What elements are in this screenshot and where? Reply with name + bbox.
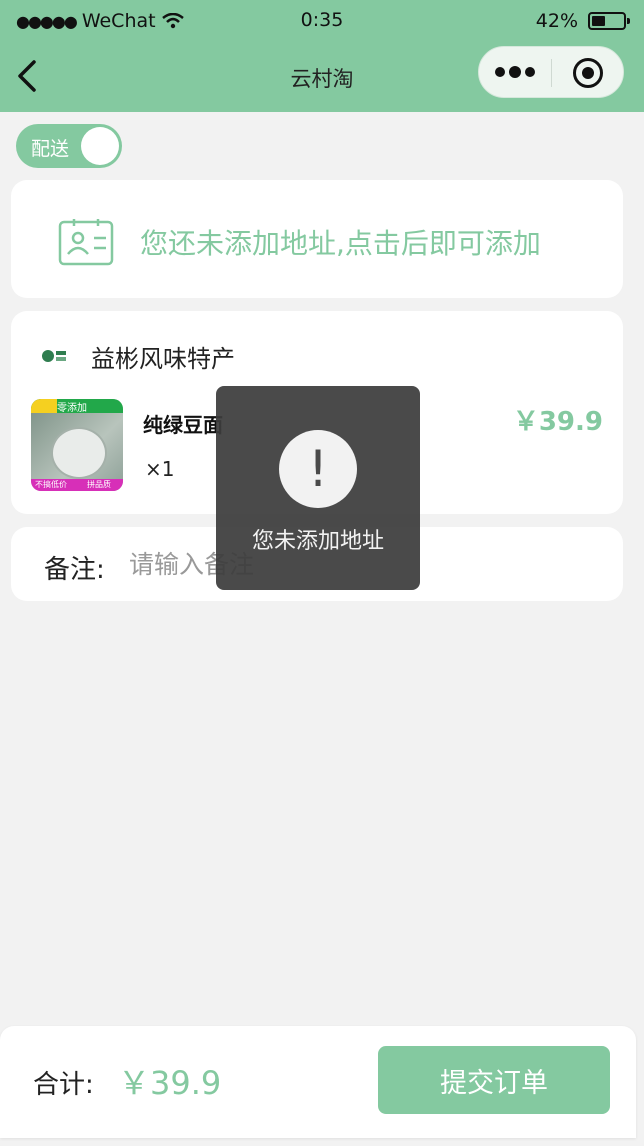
total-label: 合计: bbox=[33, 1070, 94, 1100]
goods-image-bottom-text-1: 不搞低价 bbox=[35, 480, 67, 489]
mini-program-capsule bbox=[478, 46, 624, 98]
capsule-divider bbox=[551, 59, 552, 87]
goods-image-bottom-band: 不搞低价 拼品质 bbox=[31, 479, 123, 491]
remark-label: 备注: bbox=[44, 555, 105, 585]
toast: ! 您未添加地址 bbox=[216, 386, 420, 590]
battery-icon bbox=[588, 12, 630, 30]
delivery-toggle[interactable]: 配送 bbox=[16, 124, 122, 168]
goods-image-top-text: 零添加 bbox=[57, 403, 87, 414]
battery-fill bbox=[592, 16, 605, 26]
nav-bar: 云村淘 bbox=[0, 44, 644, 110]
goods-quantity: ×1 bbox=[145, 457, 175, 481]
total-value: ￥39.9 bbox=[118, 1064, 222, 1102]
toggle-knob bbox=[81, 127, 119, 165]
goods-price: ￥39.9 bbox=[512, 407, 603, 437]
shop-name: 益彬风味特产 bbox=[91, 345, 235, 373]
header: ●●●●● WeChat 0:35 42% 云村淘 bbox=[0, 0, 644, 112]
address-card[interactable]: 您还未添加地址,点击后即可添加 bbox=[11, 180, 623, 298]
warning-icon: ! bbox=[279, 430, 357, 508]
more-icon[interactable] bbox=[495, 66, 535, 78]
status-bar: ●●●●● WeChat 0:35 42% bbox=[0, 0, 644, 44]
footer-bar: 合计: ￥39.9 提交订单 bbox=[0, 1026, 636, 1138]
shop-logo-icon bbox=[42, 350, 66, 362]
goods-name: 纯绿豆面 bbox=[143, 413, 223, 437]
goods-image-bottom-text-2: 拼品质 bbox=[87, 480, 111, 489]
close-target-icon[interactable] bbox=[573, 58, 603, 88]
address-placeholder: 您还未添加地址,点击后即可添加 bbox=[140, 227, 541, 260]
goods-image-product bbox=[51, 427, 107, 479]
address-card-icon bbox=[58, 219, 114, 266]
toast-message: 您未添加地址 bbox=[251, 529, 384, 554]
submit-order-button[interactable]: 提交订单 bbox=[378, 1046, 610, 1114]
battery-percent: 42% bbox=[535, 10, 578, 32]
delivery-toggle-label: 配送 bbox=[31, 138, 70, 160]
status-right: 42% bbox=[535, 10, 630, 32]
goods-image[interactable]: 零添加 不搞低价 拼品质 bbox=[31, 399, 123, 491]
goods-image-tag bbox=[31, 399, 57, 413]
